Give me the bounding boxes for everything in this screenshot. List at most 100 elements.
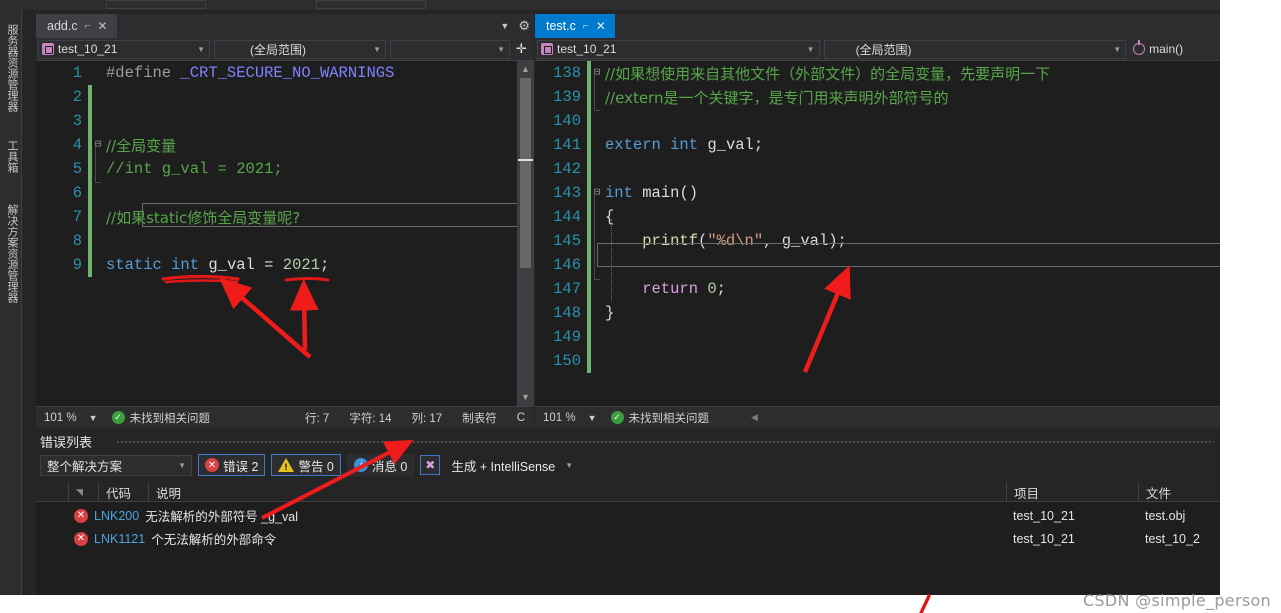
indent-guide [611, 219, 612, 301]
nav-scope-combo-left[interactable]: (全局范围) ▼ [214, 40, 386, 59]
change-marker-bar [88, 85, 92, 109]
column-header-description[interactable]: 说明 [148, 482, 1006, 502]
chevron-down-icon[interactable]: ▼ [565, 461, 573, 470]
dock-tab-toolbox[interactable]: 工具箱 [2, 130, 20, 182]
scrollbar-thumb[interactable] [520, 78, 531, 268]
column-header-code[interactable]: 代码 [98, 482, 148, 502]
messages-toggle-button[interactable]: i 消息 0 [347, 454, 414, 476]
close-icon[interactable]: ✕ [596, 19, 606, 33]
code-line[interactable]: 1#define _CRT_SECURE_NO_WARNINGS [36, 61, 534, 85]
code-line[interactable]: 3 [36, 109, 534, 133]
error-list-title: 错误列表 [40, 432, 92, 451]
chevron-down-icon[interactable]: ▼ [588, 413, 597, 423]
image-right-margin [1220, 0, 1281, 613]
nav-scope-combo-right[interactable]: (全局范围) ▼ [824, 40, 1127, 59]
code-token: //全局变量 [106, 137, 176, 155]
chevron-down-icon[interactable]: ▼ [178, 461, 186, 470]
chevron-down-icon[interactable]: ▼ [89, 413, 98, 423]
warnings-toggle-button[interactable]: 警告 0 [271, 454, 340, 476]
close-icon[interactable]: ✕ [97, 19, 107, 33]
column-header-severity[interactable]: ◥ [68, 482, 98, 502]
code-line[interactable]: 150 [535, 349, 1220, 373]
zoom-control-left[interactable]: 101 % ▼ [36, 412, 98, 424]
code-line[interactable]: 146 [535, 253, 1220, 277]
chevron-down-icon[interactable]: ▼ [1113, 45, 1121, 54]
scope-filter-combo[interactable]: 整个解决方案 ▼ [40, 455, 192, 476]
toolbar-combo-2[interactable] [316, 0, 426, 9]
dock-tab-solution-explorer[interactable]: 解决方案资源管理器 [2, 190, 20, 316]
scroll-up-arrow-icon[interactable]: ▲ [517, 61, 534, 78]
chevron-down-icon[interactable]: ▼ [807, 45, 815, 54]
chevron-down-icon[interactable]: ▼ [197, 45, 205, 54]
screenshot-root: 服务器资源管理器 工具箱 解决方案资源管理器 add.c ⌐ ✕ ▼ ⚙ [0, 0, 1281, 613]
error-code-label[interactable]: LNK200 [94, 509, 139, 523]
code-line[interactable]: 147 return 0; [535, 277, 1220, 301]
nav-project-combo-right[interactable]: test_10_21 ▼ [537, 40, 820, 59]
file-tab-test-c[interactable]: test.c ⌐ ✕ [535, 14, 615, 38]
chevron-down-icon[interactable]: ▼ [373, 45, 381, 54]
code-line[interactable]: 141extern int g_val; [535, 133, 1220, 157]
code-line[interactable]: 4⊟//全局变量 [36, 133, 534, 157]
tabrow-right: test.c ⌐ ✕ [535, 14, 1220, 38]
line-number: 150 [535, 352, 587, 370]
nav-member-combo-left[interactable]: ▼ [390, 40, 510, 59]
code-token: ; [320, 256, 329, 274]
file-tab-add-c[interactable]: add.c ⌐ ✕ [36, 14, 117, 38]
code-line[interactable]: 145 printf("%d\n", g_val); [535, 229, 1220, 253]
fold-toggle-icon[interactable]: ⊟ [591, 68, 603, 79]
code-line[interactable]: 138⊟//如果想使用来自其他文件（外部文件）的全局变量，先要声明一下 [535, 61, 1220, 85]
code-line[interactable]: 148} [535, 301, 1220, 325]
method-icon [1133, 43, 1145, 55]
zoom-control-right[interactable]: 101 % ▼ [535, 412, 597, 424]
errors-toggle-button[interactable]: ✕ 错误 2 [198, 454, 265, 476]
split-icon[interactable]: ✛ [512, 41, 531, 57]
code-line[interactable]: 5//int g_val = 2021; [36, 157, 534, 181]
change-marker-bar [587, 301, 591, 325]
code-line[interactable]: 8 [36, 229, 534, 253]
code-line[interactable]: 2 [36, 85, 534, 109]
table-row[interactable]: ✕LNK200无法解析的外部符号 _g_valtest_10_21test.ob… [36, 504, 1220, 527]
code-line[interactable]: 142 [535, 157, 1220, 181]
code-line[interactable]: 140 [535, 109, 1220, 133]
code-editor-left[interactable]: 1#define _CRT_SECURE_NO_WARNINGS 2 34⊟//全局… [36, 61, 534, 406]
code-line[interactable]: 144{ [535, 205, 1220, 229]
code-editor-right[interactable]: 138⊟//如果想使用来自其他文件（外部文件）的全局变量，先要声明一下139//… [535, 61, 1220, 406]
column-header-project[interactable]: 项目 [1006, 482, 1138, 502]
code-text: //全局变量 [104, 135, 176, 156]
error-code-label[interactable]: LNK1121 [94, 532, 145, 546]
code-line[interactable]: 139//extern是一个关键字，是专门用来声明外部符号的 [535, 85, 1220, 109]
dock-tab-server-explorer[interactable]: 服务器资源管理器 [2, 14, 20, 122]
table-row[interactable]: ✕LNK1121 个无法解析的外部命令test_10_21test_10_2 [36, 527, 1220, 550]
warning-icon [278, 458, 294, 472]
code-line[interactable]: 149 [535, 325, 1220, 349]
chevron-down-icon[interactable]: ▼ [497, 45, 505, 54]
gear-icon[interactable]: ⚙ [518, 18, 530, 34]
nav-member-combo-right[interactable]: main() [1130, 40, 1218, 59]
errors-count-label: 错误 2 [223, 456, 258, 475]
encoding-label: C [517, 412, 525, 424]
fold-toggle-icon[interactable]: ⊟ [92, 140, 104, 151]
code-line[interactable]: 143⊟int main() [535, 181, 1220, 205]
nav-project-combo-left[interactable]: test_10_21 ▼ [38, 40, 210, 59]
line-number: 7 [36, 208, 88, 226]
chevron-down-icon[interactable]: ▼ [500, 21, 509, 31]
code-line[interactable]: 9static int g_val = 2021; [36, 253, 534, 277]
messages-count-label: 消息 0 [372, 456, 407, 475]
pin-icon[interactable]: ⌐ [85, 21, 91, 32]
code-line[interactable]: 7//如果static修饰全局变量呢? [36, 205, 534, 229]
scroll-down-arrow-icon[interactable]: ▼ [517, 389, 534, 406]
build-filter-combo[interactable]: 生成 + IntelliSense ▼ [446, 455, 578, 476]
change-marker-bar [587, 85, 591, 109]
code-token [698, 280, 707, 298]
pin-icon[interactable]: ⌐ [583, 21, 589, 32]
fold-guide-foot-143 [594, 279, 600, 280]
line-number: 2 [36, 88, 88, 106]
code-line[interactable]: 6 [36, 181, 534, 205]
line-number: 149 [535, 328, 587, 346]
clear-filter-icon[interactable]: ✖ [420, 455, 440, 475]
scroll-left-arrow-icon[interactable]: ◀ [751, 412, 758, 423]
toolbar-combo-1[interactable] [106, 0, 206, 9]
fold-toggle-icon[interactable]: ⊟ [591, 188, 603, 199]
vertical-scrollbar-left[interactable]: ▲ ▼ [517, 61, 534, 406]
code-text: printf("%d\n", g_val); [603, 232, 847, 250]
